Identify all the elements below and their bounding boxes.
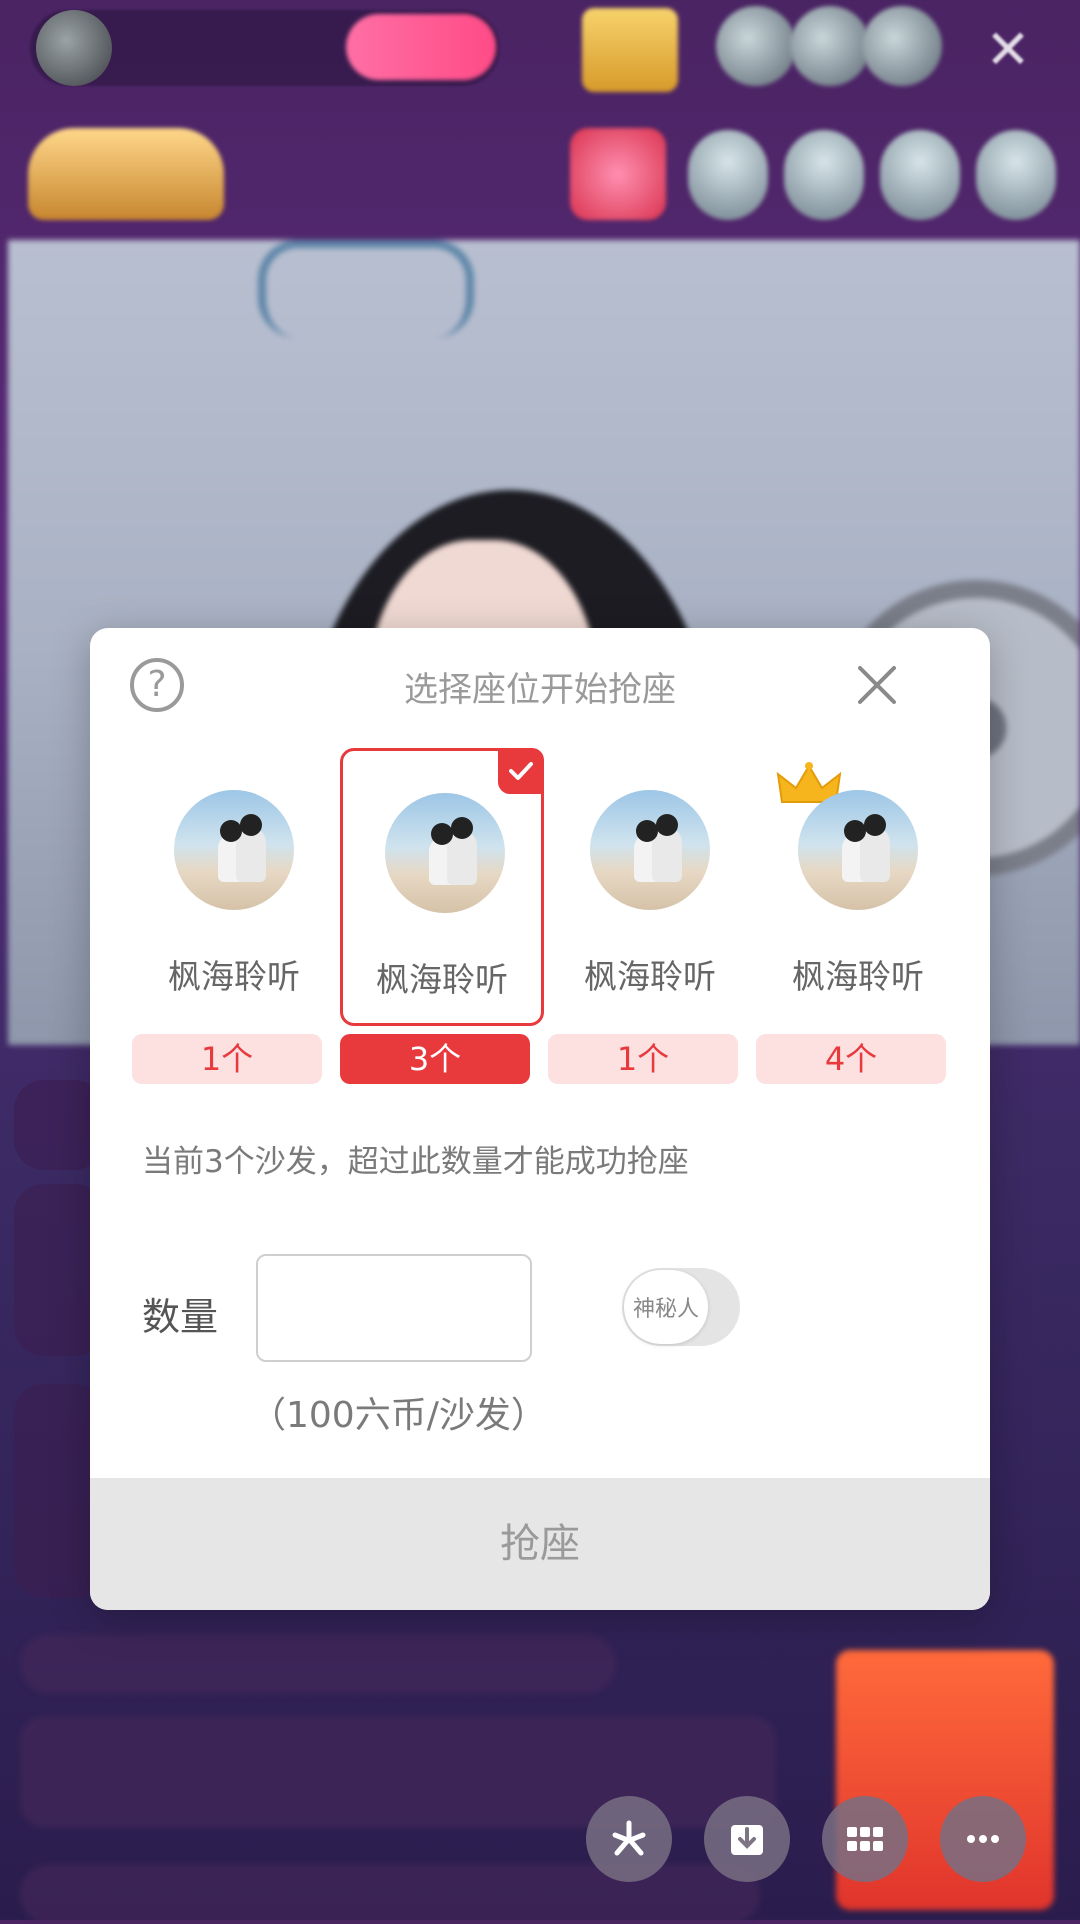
viewer-avatar[interactable] bbox=[790, 6, 870, 86]
room-rank-badge[interactable] bbox=[28, 128, 224, 220]
follow-button[interactable] bbox=[346, 14, 496, 80]
download-icon[interactable] bbox=[704, 1796, 790, 1882]
more-icon[interactable] bbox=[940, 1796, 1026, 1882]
chat-line bbox=[20, 1634, 616, 1694]
guest-avatar[interactable] bbox=[880, 130, 960, 220]
viewer-avatar[interactable] bbox=[862, 6, 942, 86]
seat-option-2[interactable]: 枫海聆听 bbox=[340, 748, 544, 1026]
seat-name: 枫海聆听 bbox=[168, 957, 300, 996]
seat-name: 枫海聆听 bbox=[376, 960, 508, 999]
grid-icon[interactable] bbox=[822, 1796, 908, 1882]
seat-avatar bbox=[174, 790, 294, 910]
seat-count-4: 4个 bbox=[756, 1034, 946, 1084]
room-close-icon[interactable]: ✕ bbox=[978, 20, 1038, 80]
anonymous-toggle[interactable]: 神秘人 bbox=[622, 1268, 740, 1346]
host-avatar[interactable] bbox=[36, 10, 112, 86]
seat-option-4[interactable]: 枫海聆听 bbox=[756, 748, 960, 1026]
seat-avatar bbox=[798, 790, 918, 910]
seat-name: 枫海聆听 bbox=[792, 957, 924, 996]
seat-option-3[interactable]: 枫海聆听 bbox=[548, 748, 752, 1026]
seat-avatar bbox=[590, 790, 710, 910]
seat-count-1: 1个 bbox=[132, 1034, 322, 1084]
share-icon[interactable] bbox=[586, 1796, 672, 1882]
heart-badge[interactable] bbox=[570, 128, 666, 220]
sofa-hint-text: 当前3个沙发，超过此数量才能成功抢座 bbox=[142, 1144, 689, 1180]
seat-count-2: 3个 bbox=[340, 1034, 530, 1084]
viewer-avatar[interactable] bbox=[716, 6, 796, 86]
rank-crown-badge[interactable] bbox=[582, 8, 678, 92]
guest-avatar[interactable] bbox=[976, 130, 1056, 220]
guest-avatar[interactable] bbox=[784, 130, 864, 220]
price-note: （100六币/沙发） bbox=[250, 1395, 547, 1436]
live-room-topbar: ✕ bbox=[0, 0, 1080, 100]
grab-seat-button[interactable]: 抢座 bbox=[90, 1478, 990, 1610]
seat-option-1[interactable]: 枫海聆听 bbox=[132, 748, 336, 1026]
close-icon[interactable] bbox=[852, 660, 902, 710]
quantity-input[interactable] bbox=[256, 1254, 532, 1362]
seat-count-3: 1个 bbox=[548, 1034, 738, 1084]
seat-avatar bbox=[385, 793, 505, 913]
anonymous-toggle-label: 神秘人 bbox=[624, 1270, 708, 1344]
quantity-label: 数量 bbox=[142, 1295, 219, 1339]
checkmark-icon bbox=[498, 748, 544, 794]
guest-avatar[interactable] bbox=[688, 130, 768, 220]
seat-grab-dialog: ? 选择座位开始抢座 枫海聆听 枫海聆听 枫海聆听 枫海聆听 1个 3个 1个 … bbox=[90, 628, 990, 1610]
seat-name: 枫海聆听 bbox=[584, 957, 716, 996]
